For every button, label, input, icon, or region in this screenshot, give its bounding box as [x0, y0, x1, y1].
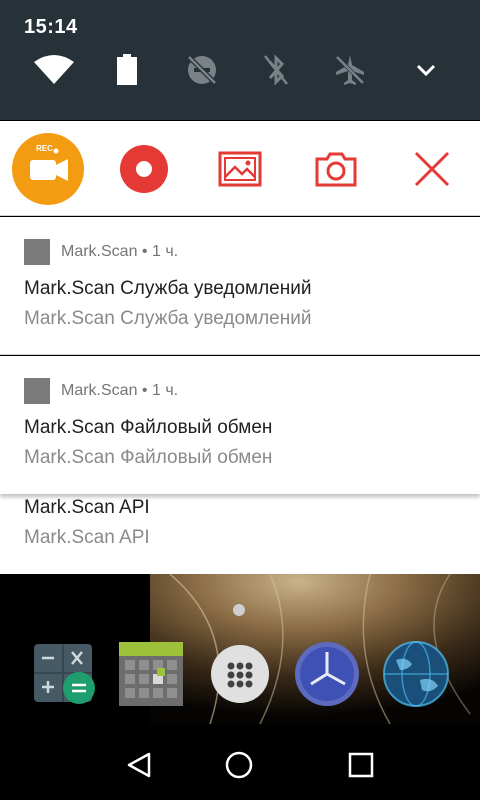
quick-settings-panel: 15:14: [0, 0, 480, 120]
calculator-icon[interactable]: [30, 640, 98, 708]
notification-header: Mark.Scan • 1 ч.: [61, 382, 179, 399]
notification-item[interactable]: Mark.Scan • 1 ч. Mark.Scan Служба уведом…: [0, 217, 480, 355]
battery-icon[interactable]: [107, 50, 147, 90]
close-button[interactable]: [396, 133, 468, 205]
navigation-bar: [0, 730, 480, 800]
home-icon: [225, 751, 253, 779]
browser-globe-icon[interactable]: [382, 640, 450, 708]
bluetooth-off-icon[interactable]: [256, 50, 296, 90]
app-drawer-icon[interactable]: [206, 640, 274, 708]
recents-button[interactable]: [343, 747, 379, 783]
notification-title: Mark.Scan Файловый обмен: [24, 417, 273, 438]
screen-recorder-panel: REC: [0, 121, 480, 216]
record-button[interactable]: [108, 133, 180, 205]
recents-icon: [348, 752, 374, 778]
back-icon: [127, 752, 151, 778]
do-not-disturb-off-icon[interactable]: [182, 50, 222, 90]
app-icon: [24, 239, 50, 265]
notification-time: 1 ч.: [151, 243, 179, 260]
chevron-down-icon[interactable]: [406, 50, 446, 90]
gallery-button[interactable]: [204, 133, 276, 205]
page-indicator: [233, 604, 245, 616]
app-icon: [24, 378, 50, 404]
rec-badge: REC: [36, 144, 53, 153]
camera-icon: [315, 152, 357, 187]
rec-app-button[interactable]: REC: [12, 133, 84, 205]
airplane-mode-off-icon[interactable]: [330, 50, 370, 90]
game-icon[interactable]: [117, 640, 185, 708]
notification-item[interactable]: Mark.Scan API Mark.Scan API: [0, 494, 480, 574]
notification-item[interactable]: Mark.Scan • 1 ч. Mark.Scan Файловый обме…: [0, 356, 480, 494]
notification-title: Mark.Scan API: [24, 497, 150, 518]
notification-header: Mark.Scan • 1 ч.: [61, 243, 179, 260]
wifi-icon[interactable]: [34, 50, 74, 90]
notification-time: 1 ч.: [151, 382, 179, 399]
screenshot-button[interactable]: [300, 133, 372, 205]
clock-icon[interactable]: [293, 640, 361, 708]
close-icon: [414, 151, 450, 187]
back-button[interactable]: [121, 747, 157, 783]
status-time: 15:14: [24, 16, 78, 38]
notification-text: Mark.Scan Файловый обмен: [24, 447, 273, 468]
notification-text: Mark.Scan Служба уведомлений: [24, 308, 312, 329]
notification-title: Mark.Scan Служба уведомлений: [24, 278, 312, 299]
notification-app-name: Mark.Scan: [61, 382, 138, 399]
home-button[interactable]: [221, 747, 257, 783]
notification-text: Mark.Scan API: [24, 527, 150, 548]
notification-app-name: Mark.Scan: [61, 243, 138, 260]
record-icon: [120, 145, 168, 193]
gallery-icon: [218, 151, 262, 187]
